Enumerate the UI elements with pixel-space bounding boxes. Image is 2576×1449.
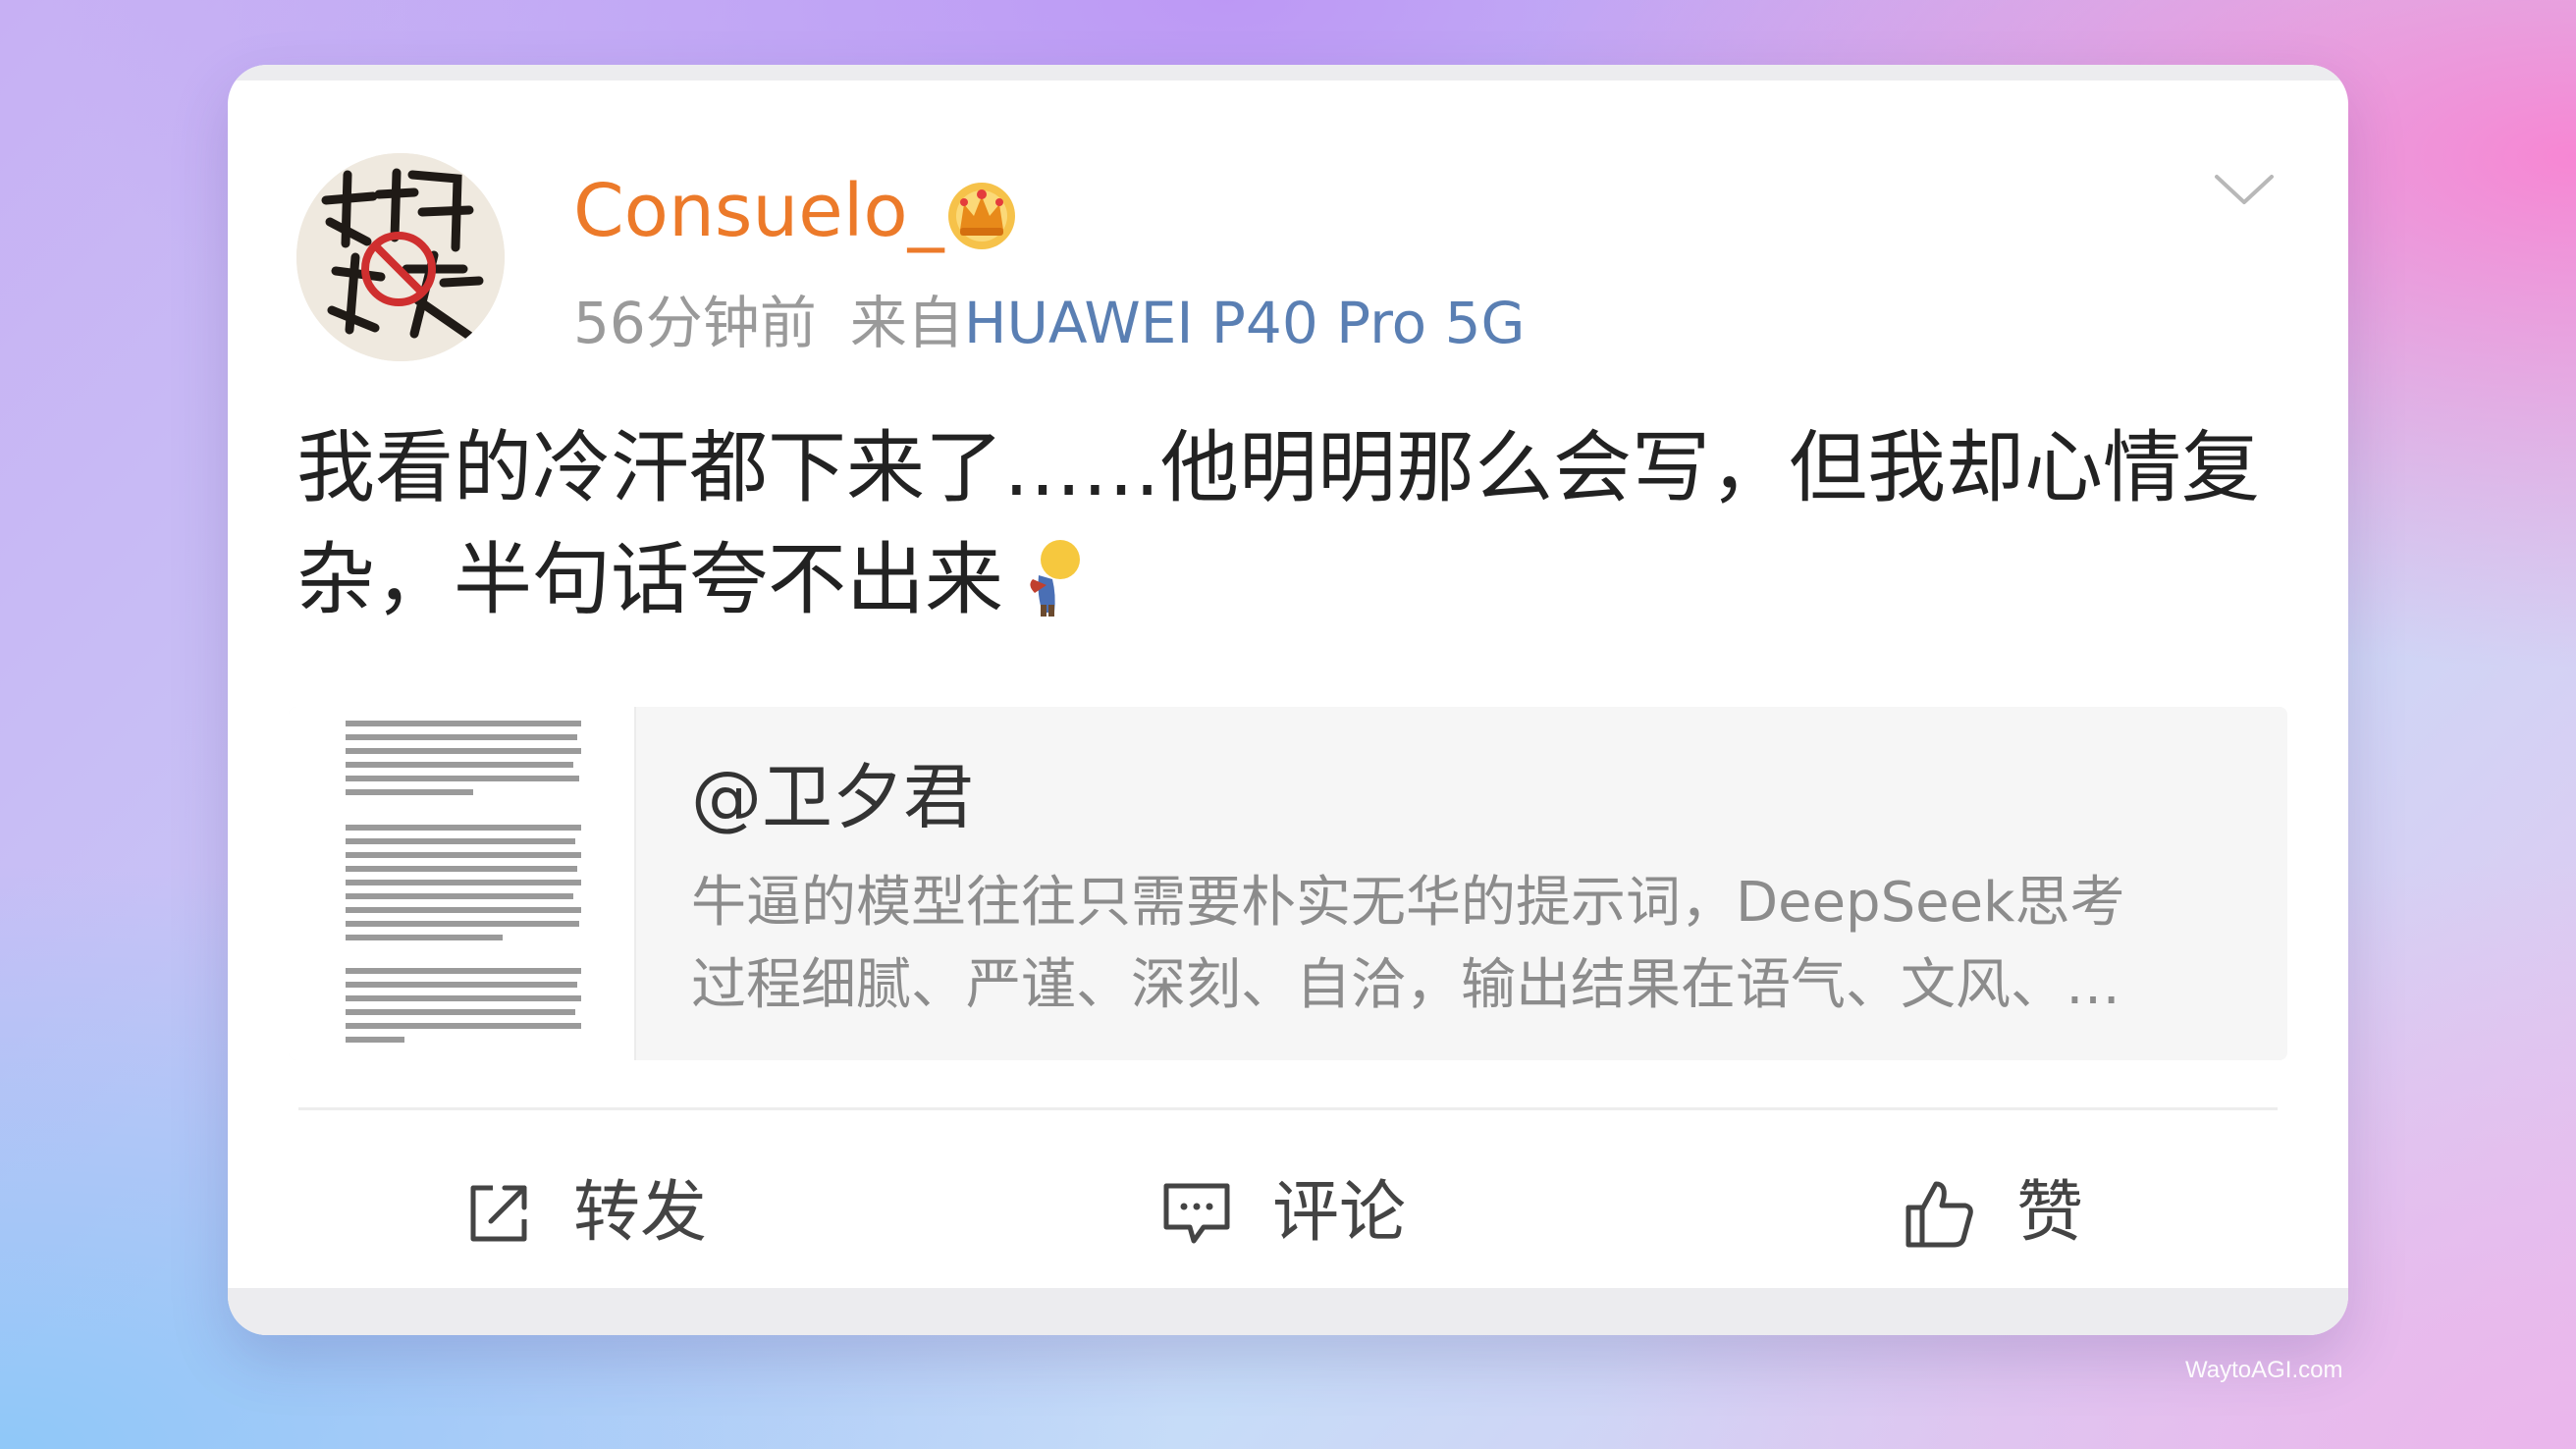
comment-button[interactable]: 评论: [1160, 1164, 1406, 1262]
repost-icon: [470, 1185, 527, 1242]
repost-label: 转发: [573, 1174, 708, 1252]
crown-badge-icon: [948, 183, 1015, 249]
document-thumbnail-icon: [346, 721, 581, 1043]
username[interactable]: Consuelo_: [573, 175, 944, 247]
card-bottom-strip: [228, 1288, 2348, 1335]
like-button[interactable]: 赞: [1903, 1164, 2083, 1262]
quoted-text-line-1: 牛逼的模型往往只需要朴实无华的提示词，DeepSeek思考: [691, 871, 2125, 935]
quoted-text: 牛逼的模型往往只需要朴实无华的提示词，DeepSeek思考 过程细腻、严谨、深刻…: [691, 862, 2223, 1027]
repost-button[interactable]: 转发: [463, 1164, 707, 1262]
post-time: 56分钟前: [573, 290, 817, 356]
source-prefix: 来自: [849, 290, 964, 356]
watermark: WaytoAGI.com: [2185, 1357, 2343, 1383]
post-meta: 56分钟前 来自HUAWEI P40 Pro 5G: [573, 295, 1525, 351]
quoted-post-thumbnail[interactable]: [289, 707, 636, 1060]
quoted-text-line-2: 过程细腻、严谨、深刻、自洽，输出结果在语气、文风、…: [691, 953, 2120, 1017]
post-text-line-2: 杂，半句话夸不出来: [296, 524, 2280, 636]
chevron-down-icon[interactable]: [2213, 171, 2276, 210]
user-avatar[interactable]: [296, 153, 505, 361]
avatar-calligraphy-icon: [296, 153, 505, 361]
post-text: 我看的冷汗都下来了……他明明那么会写，但我却心情复 杂，半句话夸不出来: [296, 412, 2280, 636]
post-text-line-1: 我看的冷汗都下来了……他明明那么会写，但我却心情复: [296, 422, 2260, 513]
facepalm-emoji-icon: [1030, 540, 1080, 617]
weibo-post-card: Consuelo_ 56分钟前 来自HUAWEI P40 Pro 5G 我看的冷汗…: [228, 65, 2348, 1335]
source-device-link[interactable]: HUAWEI P40 Pro 5G: [964, 290, 1526, 356]
quoted-post[interactable]: @卫夕君 牛逼的模型往往只需要朴实无华的提示词，DeepSeek思考 过程细腻、…: [289, 707, 2287, 1060]
post-text-line-2-content: 杂，半句话夸不出来: [296, 534, 1003, 625]
comment-label: 评论: [1272, 1174, 1407, 1252]
card-top-strip: [228, 65, 2348, 80]
comment-icon: [1163, 1183, 1230, 1244]
action-divider: [298, 1107, 2278, 1110]
quoted-username[interactable]: @卫夕君: [691, 762, 974, 832]
like-label: 赞: [2016, 1174, 2084, 1252]
thumbs-up-icon: [1905, 1181, 1973, 1248]
